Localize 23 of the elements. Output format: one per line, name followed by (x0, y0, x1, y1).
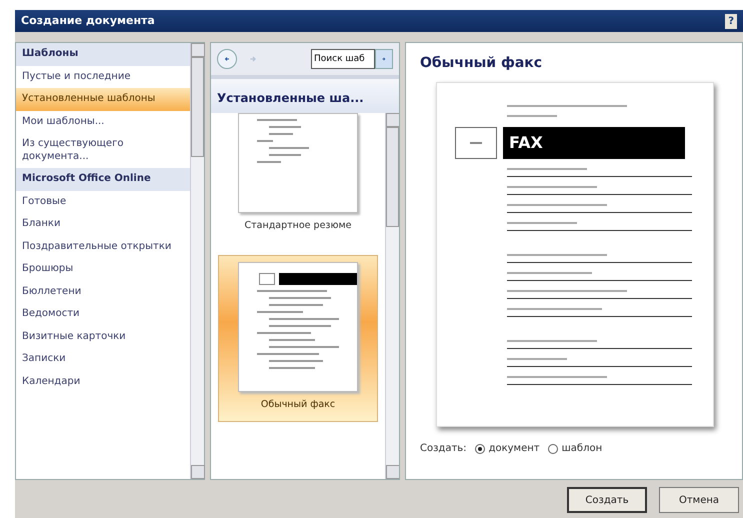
create-button[interactable]: Создать (567, 487, 647, 513)
scrollbar[interactable] (385, 113, 399, 479)
sidebar-item[interactable]: Установленные шаблоны (16, 88, 190, 110)
radio-icon[interactable] (548, 444, 558, 454)
scrollbar[interactable] (190, 43, 204, 479)
cancel-button[interactable]: Отмена (659, 487, 739, 513)
sidebar-section-header[interactable]: Шаблоны (16, 43, 190, 66)
create-as-label: Создать: (420, 442, 467, 456)
preview-title: Обычный факс (420, 54, 544, 73)
gallery-heading: Установленные ша... (211, 79, 399, 113)
radio-option[interactable]: шаблон (548, 441, 602, 456)
search-go-button[interactable] (375, 49, 393, 69)
sidebar-section-header[interactable]: Microsoft Office Online (16, 168, 190, 190)
radio-icon[interactable] (474, 444, 485, 454)
template-tile[interactable]: Обычный факс (218, 255, 378, 422)
help-button[interactable]: ? (725, 14, 737, 28)
search-field[interactable]: Поиск шаб (311, 49, 375, 69)
window-title: Создание документа (21, 12, 155, 29)
fax-heading: FAX (503, 127, 685, 159)
template-label: Стандартное резюме (244, 219, 352, 233)
radio-option[interactable]: документ (474, 441, 540, 456)
template-label: Обычный факс (260, 398, 336, 412)
back-icon[interactable] (217, 49, 237, 69)
